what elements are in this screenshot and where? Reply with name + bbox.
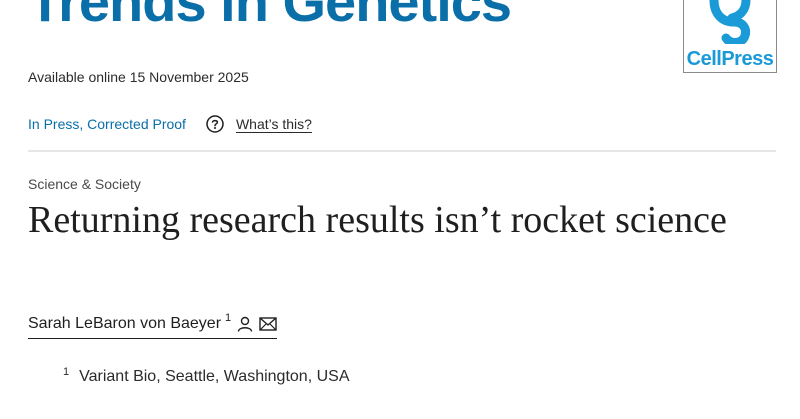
article-title: Returning research results isn’t rocket … (28, 199, 727, 241)
help-icon[interactable] (206, 115, 224, 133)
affiliation-text: Variant Bio, Seattle, Washington, USA (79, 368, 350, 385)
author-link[interactable]: Sarah LeBaron von Baeyer 1 (28, 312, 278, 339)
affiliation-ref: 1 (63, 366, 70, 378)
article-status-link[interactable]: In Press, Corrected Proof (28, 116, 186, 132)
article-section-label: Science & Society (28, 176, 141, 192)
person-icon[interactable] (237, 316, 253, 332)
journal-title[interactable]: Trends in Genetics (28, 0, 512, 30)
divider (28, 150, 776, 152)
author-name[interactable]: Sarah LeBaron von Baeyer (28, 315, 221, 333)
cellpress-wordmark: CellPress (686, 48, 774, 70)
cellpress-logo-icon (709, 0, 751, 44)
affiliation: 1 Variant Bio, Seattle, Washington, USA (63, 366, 350, 386)
article-status-row: In Press, Corrected Proof What’s this? (28, 114, 312, 134)
mail-icon[interactable] (259, 317, 277, 331)
available-online-date: Available online 15 November 2025 (28, 69, 249, 85)
whats-this-link[interactable]: What’s this? (236, 116, 312, 132)
author-affiliation-ref: 1 (225, 312, 232, 324)
cellpress-logo[interactable]: CellPress (683, 0, 777, 73)
